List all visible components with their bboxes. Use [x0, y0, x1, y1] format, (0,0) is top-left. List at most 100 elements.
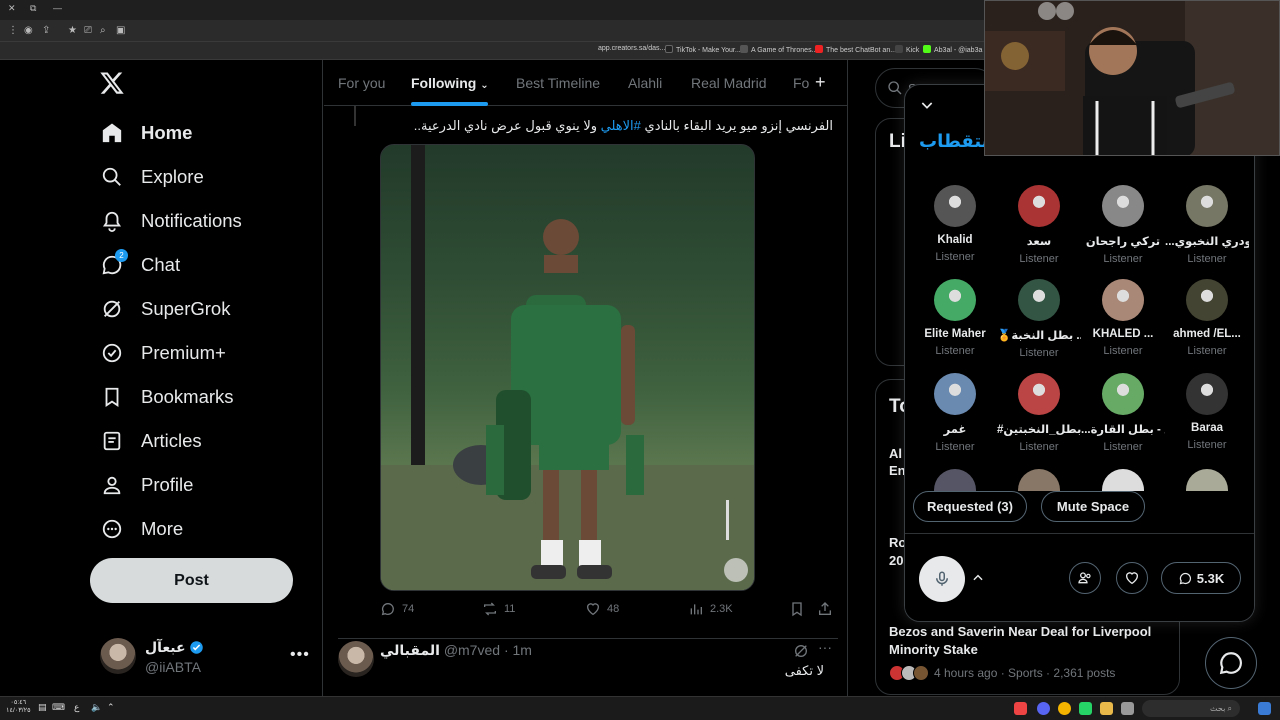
avatar: [1186, 469, 1228, 491]
avatar: [934, 279, 976, 321]
share-icon[interactable]: ⇪: [42, 25, 50, 36]
tweet-photo[interactable]: [380, 144, 755, 591]
comments-button[interactable]: 5.3K: [1161, 562, 1241, 594]
clock[interactable]: ٠٥:٤٦ ١٤/٠٣/٢٥: [6, 699, 31, 715]
volume-icon[interactable]: 🔈: [91, 702, 102, 713]
hashtag-link[interactable]: #الاهلي: [601, 118, 641, 133]
trend-partial[interactable]: 20: [889, 553, 903, 568]
file-explorer-icon[interactable]: [1100, 702, 1113, 715]
language-indicator[interactable]: ع: [74, 702, 79, 713]
nav-label: Premium+: [141, 342, 226, 363]
tweet-item[interactable]: المقبالي @m7ved · 1m ··· لا تكفى: [338, 638, 838, 696]
nav-premium[interactable]: Premium+: [100, 339, 226, 367]
listener-item[interactable]: ...ل - بطل القارة Listener: [1081, 373, 1165, 463]
bookmark-kick[interactable]: Kick: [895, 45, 919, 54]
nav-articles[interactable]: Articles: [100, 427, 202, 455]
listener-name: KHALED ...: [1092, 328, 1154, 340]
participants-button[interactable]: [1069, 562, 1101, 594]
more-dots-icon[interactable]: ···: [818, 639, 832, 655]
chat-badge: 2: [115, 249, 128, 262]
bookmark-got[interactable]: A Game of Thrones...: [740, 45, 817, 54]
react-button[interactable]: [1116, 562, 1148, 594]
star-icon[interactable]: ★: [68, 25, 77, 36]
x-logo-icon[interactable]: [99, 70, 125, 96]
nav-chat[interactable]: 2 Chat: [100, 249, 180, 279]
like-button[interactable]: 48: [585, 601, 619, 617]
post-button[interactable]: Post: [90, 558, 293, 603]
listener-item[interactable]: ahmed /EL... Listener: [1165, 279, 1249, 369]
nav-label: Profile: [141, 474, 194, 495]
listener-item[interactable]: #بطل_النخبتين ... Listener: [997, 373, 1081, 463]
timeline-tabs: For you Following ⌄ Best Timeline Alahli…: [324, 60, 847, 106]
restore-window-icon[interactable]: ⧉: [30, 3, 36, 14]
taskbar-search[interactable]: بحث ⌕: [1142, 700, 1240, 717]
listener-name: تركي راجحان: [1085, 236, 1161, 248]
mute-space-button[interactable]: Mute Space: [1041, 491, 1145, 522]
chevron-up-icon[interactable]: ⌃: [107, 702, 115, 713]
views-button[interactable]: 2.3K: [688, 601, 733, 617]
comments-count: 5.3K: [1196, 570, 1225, 586]
app-icon[interactable]: [1121, 702, 1134, 715]
add-tab-icon[interactable]: +: [815, 72, 826, 93]
bookmark-tweet-button[interactable]: [789, 601, 811, 617]
chrome-icon[interactable]: [1058, 702, 1071, 715]
share-tweet-button[interactable]: [817, 601, 839, 617]
requested-button[interactable]: Requested (3): [913, 491, 1027, 522]
bookmark-icon: [100, 385, 124, 409]
close-window-icon[interactable]: ✕: [8, 3, 16, 14]
bookmark-chatbot[interactable]: The best ChatBot an...: [815, 45, 896, 54]
tab-best-timeline[interactable]: Best Timeline: [516, 75, 600, 91]
cast-icon[interactable]: ⎚: [84, 25, 92, 36]
nav-notifications[interactable]: Notifications: [100, 207, 242, 235]
bookmark-ab3al[interactable]: Ab3al - @iab3a: [923, 45, 982, 54]
tab-real-madrid[interactable]: Real Madrid: [691, 75, 766, 91]
windows-start-icon[interactable]: [1258, 702, 1271, 715]
reply-button[interactable]: 74: [380, 601, 414, 617]
nav-supergrok[interactable]: SuperGrok: [100, 295, 230, 323]
bookmark-creators[interactable]: app.creators.sa/das...: [598, 45, 665, 52]
tab-following[interactable]: Following ⌄: [411, 75, 489, 91]
listener-item[interactable]: Khalid Listener: [913, 185, 997, 275]
nav-bookmarks[interactable]: Bookmarks: [100, 383, 234, 411]
notification-icon[interactable]: ▤: [38, 702, 47, 713]
listener-role: Listener: [1187, 439, 1227, 451]
listener-item[interactable]: Baraa Listener: [1165, 373, 1249, 463]
app-icon[interactable]: [1014, 702, 1027, 715]
chevron-up-icon[interactable]: [971, 571, 985, 585]
account-switcher[interactable]: عبعآل @iiABTA •••: [100, 638, 310, 678]
whatsapp-icon[interactable]: [1079, 702, 1092, 715]
listener-item[interactable]: ...رودري النخبوي Listener: [1165, 185, 1249, 275]
site-icon[interactable]: ◉: [24, 25, 33, 36]
listener-item[interactable]: KHALED ... Listener: [1081, 279, 1165, 369]
tweet-author-name[interactable]: المقبالي: [380, 642, 440, 658]
chat-icon[interactable]: ⌨: [52, 702, 65, 713]
minimize-window-icon[interactable]: —: [53, 3, 62, 13]
nav-home[interactable]: Home: [100, 119, 192, 147]
listener-item[interactable]: سعد Listener: [997, 185, 1081, 275]
tab-partial[interactable]: Fo: [793, 75, 809, 91]
grok-icon[interactable]: [793, 643, 809, 659]
avatar: [1102, 469, 1144, 491]
listener-item[interactable]: تركي راجحان Listener: [1081, 185, 1165, 275]
nav-explore[interactable]: Explore: [100, 163, 204, 191]
extensions-icon[interactable]: ▣: [116, 25, 125, 36]
trend-item[interactable]: Bezos and Saverin Near Deal for Liverpoo…: [889, 623, 1169, 659]
trend-partial[interactable]: Al: [889, 446, 902, 461]
chat-icon: 2: [100, 249, 128, 277]
listener-item[interactable]: غمر Listener: [913, 373, 997, 463]
repost-button[interactable]: 11: [482, 601, 515, 617]
microphone-button[interactable]: [919, 556, 965, 602]
more-dots-icon[interactable]: •••: [290, 646, 310, 664]
menu-dots-icon[interactable]: ⋮: [8, 25, 18, 36]
listener-item[interactable]: 🏅بطل النخبة ... Listener: [997, 279, 1081, 369]
zoom-icon[interactable]: ⌕: [100, 25, 106, 36]
listener-item[interactable]: Elite Maher Listener: [913, 279, 997, 369]
tab-for-you[interactable]: For you: [338, 75, 385, 91]
discord-icon[interactable]: [1037, 702, 1050, 715]
bookmark-tiktok[interactable]: TikTok - Make Your...: [665, 45, 741, 54]
messages-fab[interactable]: [1205, 637, 1257, 689]
nav-more[interactable]: More: [100, 515, 183, 543]
nav-profile[interactable]: Profile: [100, 471, 193, 499]
tab-alahli[interactable]: Alahli: [628, 75, 662, 91]
chevron-down-icon[interactable]: [919, 97, 935, 113]
